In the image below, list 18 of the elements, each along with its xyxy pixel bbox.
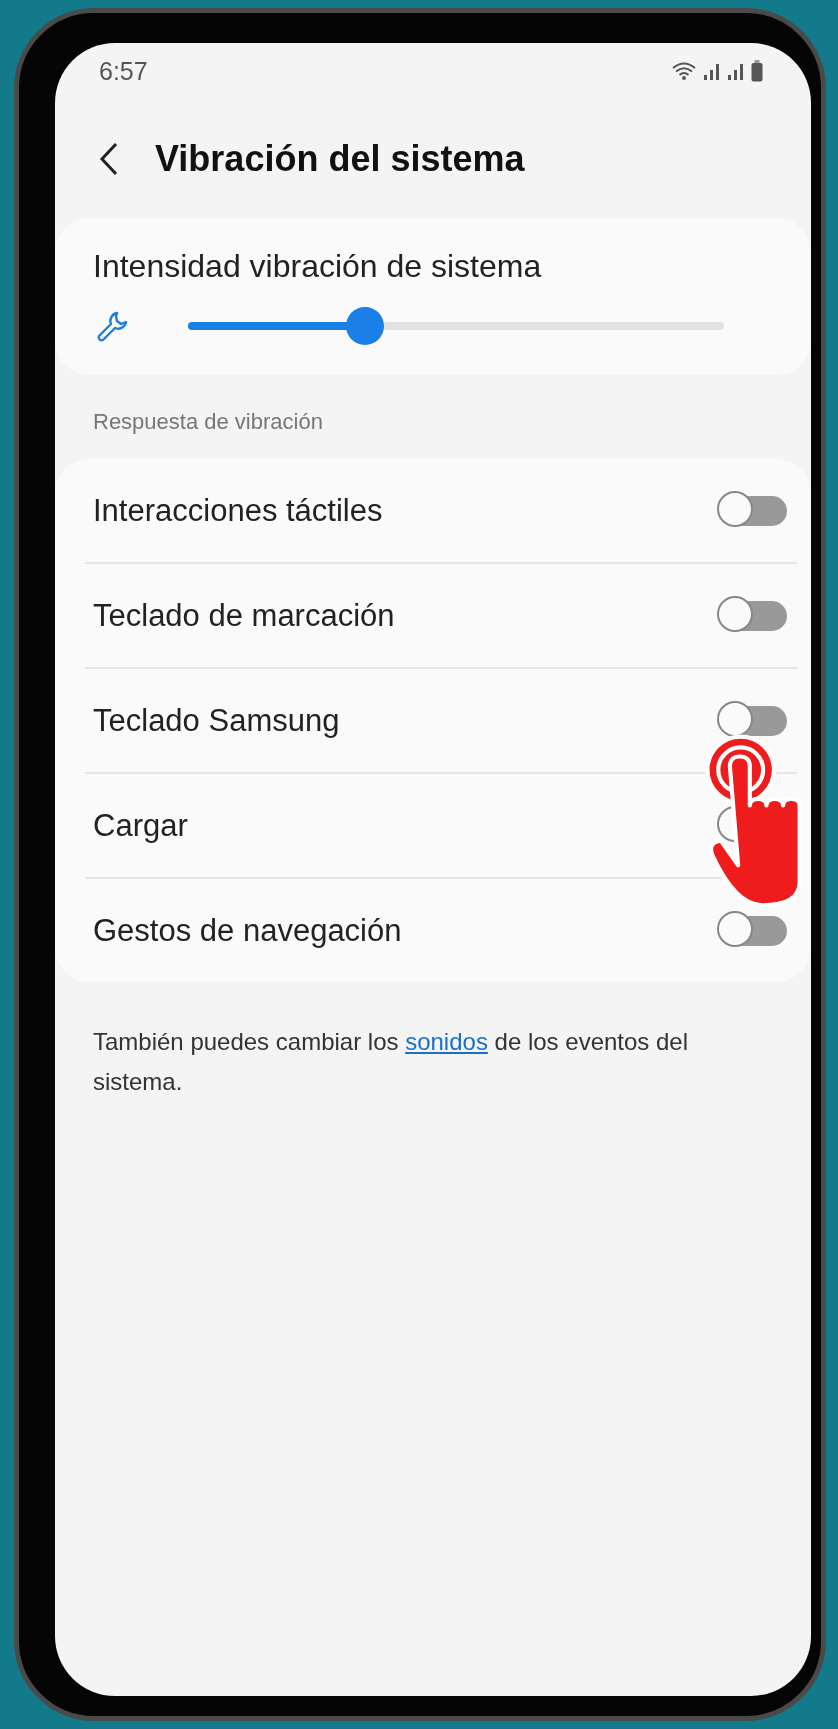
sounds-link[interactable]: sonidos — [405, 1028, 488, 1055]
setting-label: Gestos de navegación — [93, 912, 402, 949]
setting-label: Teclado de marcación — [93, 597, 395, 634]
setting-label: Teclado Samsung — [93, 702, 340, 739]
setting-label: Cargar — [93, 807, 188, 844]
setting-label: Interacciones táctiles — [93, 492, 383, 529]
wifi-icon — [671, 61, 697, 81]
section-header: Respuesta de vibración — [92, 408, 324, 436]
footer-note: También puedes cambiar los sonidos de los eventos del sistema. — [93, 1027, 690, 1097]
signal-icon — [727, 61, 745, 81]
signal-icon — [703, 61, 721, 81]
slider-thumb[interactable] — [345, 307, 384, 345]
wrench-icon — [95, 309, 129, 343]
back-icon — [99, 142, 119, 176]
battery-icon — [751, 60, 763, 82]
status-time: 6:57 — [99, 56, 148, 86]
page-title: Vibración del sistema — [155, 138, 525, 180]
intensity-label: Intensidad vibración de sistema — [93, 248, 543, 285]
